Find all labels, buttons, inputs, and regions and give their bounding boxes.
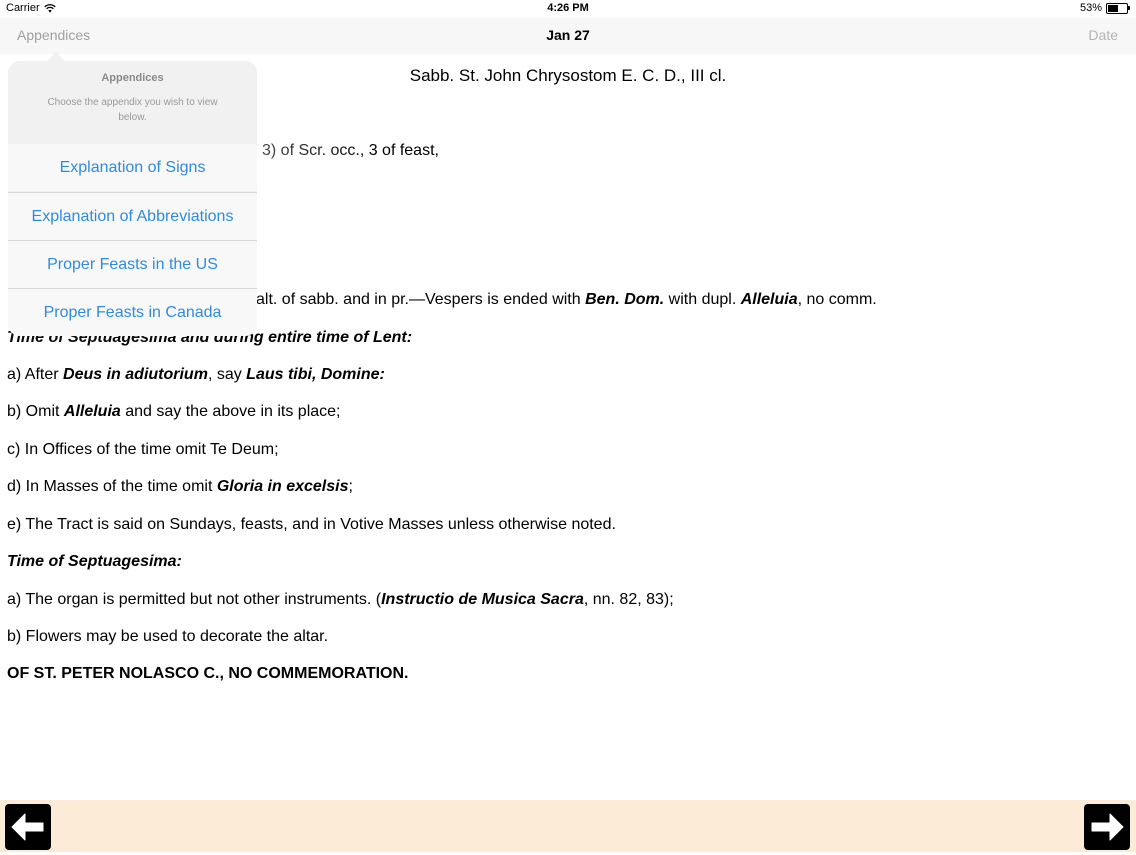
text-span: Laus tibi, Domine: bbox=[246, 366, 385, 383]
text-span: Gloria in excelsis bbox=[216, 478, 349, 495]
navigation-bar: Appendices Jan 27 Date bbox=[0, 18, 1136, 54]
bottom-toolbar bbox=[0, 800, 1136, 852]
text-line-feast: 3) of Scr. occ., 3 of feast, bbox=[262, 142, 439, 159]
text-span: a) The organ is permitted but not other … bbox=[7, 591, 382, 608]
text-span: Deus in adiutorium bbox=[63, 366, 208, 383]
popover-item-us-feasts[interactable]: Proper Feasts in the US bbox=[8, 240, 257, 288]
text-span: Instructio de Musica Sacra bbox=[381, 591, 584, 608]
date-button[interactable]: Date bbox=[1088, 27, 1118, 43]
battery-percent: 53% bbox=[1079, 2, 1102, 14]
nav-title: Jan 27 bbox=[546, 27, 590, 43]
text-span: alt. of sabb. and in pr.—Vespers is ende… bbox=[256, 291, 586, 308]
rule-a-sept: a) The organ is permitted but not other … bbox=[7, 591, 674, 609]
text-span: a) After bbox=[7, 366, 64, 383]
appendices-popover: Appendices Choose the appendix you wish … bbox=[8, 61, 257, 336]
rule-e-lent: e) The Tract is said on Sundays, feasts,… bbox=[7, 516, 616, 533]
text-span: , say bbox=[207, 366, 247, 383]
text-span: b) Omit bbox=[7, 403, 64, 420]
status-time: 4:26 PM bbox=[547, 2, 589, 14]
popover-message: Choose the appendix you wish to view bel… bbox=[47, 97, 218, 123]
popover-item-abbreviations[interactable]: Explanation of Abbreviations bbox=[8, 192, 257, 240]
rule-a-lent: a) After Deus in adiutorium, say Laus ti… bbox=[7, 366, 385, 384]
rule-d-lent: d) In Masses of the time omit Gloria in … bbox=[7, 478, 353, 496]
text-span: and say the above in its place; bbox=[120, 403, 341, 420]
text-span: Ben. Dom. bbox=[585, 291, 665, 308]
battery-fill bbox=[1108, 4, 1118, 12]
text-span: Alleluia bbox=[740, 291, 798, 308]
text-span: , nn. 82, 83); bbox=[583, 591, 674, 608]
right-arrow-icon bbox=[1091, 813, 1124, 841]
popover-title: Appendices bbox=[101, 72, 164, 84]
text-line-vespers: alt. of sabb. and in pr.—Vespers is ende… bbox=[256, 291, 877, 309]
rule-b-sept: b) Flowers may be used to decorate the a… bbox=[7, 628, 329, 645]
next-day-button[interactable] bbox=[1084, 804, 1130, 850]
battery-icon bbox=[1106, 2, 1130, 14]
previous-day-button[interactable] bbox=[5, 804, 51, 850]
text-span: , no comm. bbox=[797, 291, 877, 308]
popover-item-signs[interactable]: Explanation of Signs bbox=[8, 144, 257, 191]
rule-c-lent: c) In Offices of the time omit Te Deum; bbox=[7, 441, 279, 458]
rule-b-lent: b) Omit Alleluia and say the above in it… bbox=[7, 403, 341, 421]
heading-septuagesima: Time of Septuagesima: bbox=[7, 553, 182, 570]
popover-item-canada-feasts[interactable]: Proper Feasts in Canada bbox=[8, 288, 257, 336]
text-span: ; bbox=[348, 478, 353, 495]
text-span: d) In Masses of the time omit bbox=[7, 478, 217, 495]
status-bar: Carrier 4:26 PM 53% bbox=[0, 0, 1136, 18]
text-span: Alleluia bbox=[63, 403, 121, 420]
text-span: with dupl. bbox=[664, 291, 741, 308]
left-arrow-icon bbox=[11, 813, 44, 841]
final-heading: OF ST. PETER NOLASCO C., NO COMMEMORATIO… bbox=[7, 665, 409, 682]
status-battery: 53% bbox=[1079, 2, 1130, 14]
